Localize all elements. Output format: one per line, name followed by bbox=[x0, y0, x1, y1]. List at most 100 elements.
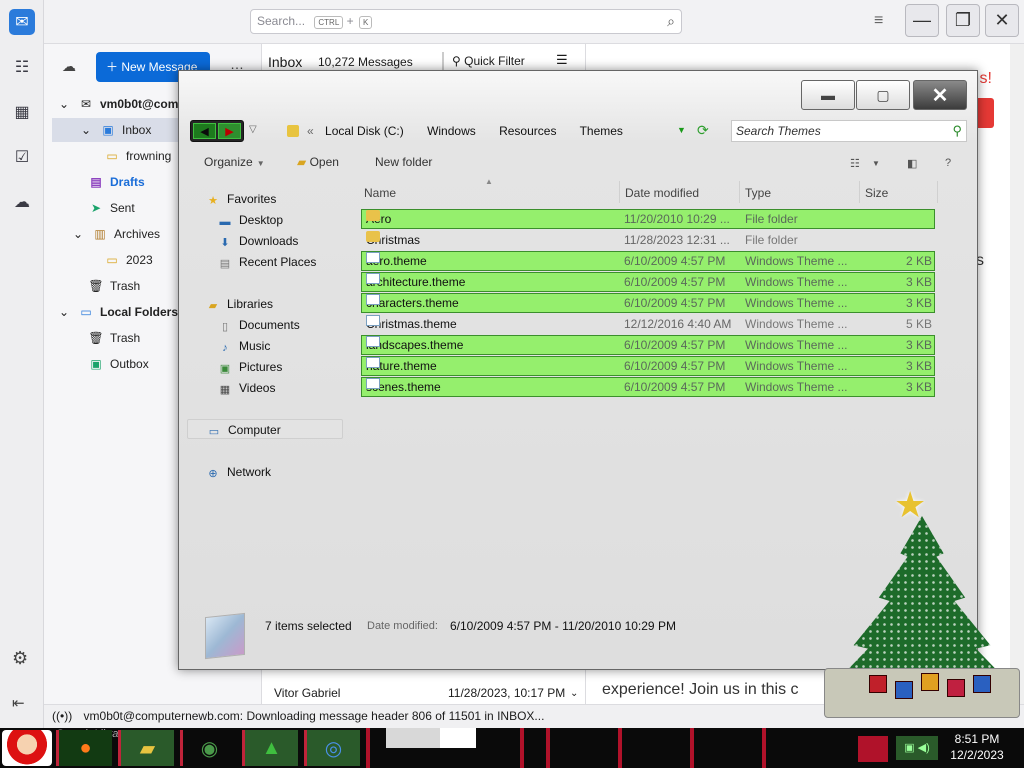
explorer-search-input[interactable]: Search Themes ⚲ bbox=[731, 120, 967, 142]
breadcrumb-item[interactable]: Windows bbox=[427, 124, 476, 138]
file-row[interactable]: aero.theme 6/10/2009 4:57 PM Windows Theme… bbox=[361, 251, 935, 271]
get-messages-icon[interactable]: ☁ bbox=[62, 58, 76, 75]
collapse-spaces-icon[interactable]: ⇤ bbox=[12, 694, 25, 712]
global-search-input[interactable]: Search... CTRL + K ⌕ bbox=[250, 9, 682, 34]
app-menu-icon[interactable]: ≡ bbox=[874, 12, 883, 30]
chat-icon[interactable]: ☁ bbox=[9, 189, 35, 215]
file-name: characters.theme bbox=[366, 294, 616, 312]
folder-label: frowning bbox=[126, 149, 172, 163]
calendar-icon[interactable]: ▦ bbox=[9, 99, 35, 125]
list-options-icon[interactable]: ☰ bbox=[556, 52, 568, 68]
organize-button[interactable]: Organize ▼ bbox=[204, 155, 265, 169]
file-row[interactable]: architecture.theme 6/10/2009 4:57 PM Windo… bbox=[361, 272, 935, 292]
nav-libraries[interactable]: ▰ Libraries bbox=[205, 294, 377, 314]
taskbar-christmas-tree[interactable]: ▲ bbox=[242, 730, 298, 766]
file-size: 3 KB bbox=[905, 359, 932, 373]
address-book-icon[interactable]: ☷ bbox=[9, 54, 35, 80]
open-button[interactable]: ▰ Open bbox=[297, 155, 339, 169]
mail-space-icon[interactable]: ✉ bbox=[9, 9, 35, 35]
trash-icon: 🗑 bbox=[88, 279, 104, 293]
theme-file-icon bbox=[366, 315, 380, 326]
column-divider[interactable] bbox=[739, 181, 740, 203]
file-row[interactable]: Christmas 11/28/2023 12:31 ... File folder bbox=[361, 230, 935, 250]
column-divider[interactable] bbox=[619, 181, 620, 203]
date-modified-label: Date modified: bbox=[367, 620, 438, 632]
close-button[interactable]: ✕ bbox=[985, 4, 1019, 37]
list-item[interactable]: Vitor Gabriel 11/28/2023, 10:17 PM ⌄ bbox=[262, 682, 586, 704]
network-tray-icon: ▣ bbox=[904, 742, 915, 754]
taskbar-blank-button[interactable] bbox=[386, 728, 440, 748]
preview-pane-icon[interactable]: ◧ bbox=[907, 157, 917, 170]
taskbar-clock[interactable]: 8:51 PM 12/2/2023 bbox=[942, 731, 1012, 763]
kbd-k: K bbox=[358, 16, 373, 29]
start-button-santa-icon[interactable] bbox=[2, 730, 52, 766]
file-row[interactable]: Aero 11/20/2010 10:29 ... File folder bbox=[361, 209, 935, 229]
theme-file-icon bbox=[366, 357, 380, 368]
file-row[interactable]: nature.theme 6/10/2009 4:57 PM Windows The… bbox=[361, 356, 935, 376]
file-type: Windows Theme ... bbox=[745, 275, 848, 289]
open-folder-icon: ▰ bbox=[297, 155, 307, 169]
taskbar-blank-button[interactable] bbox=[440, 728, 476, 748]
view-dropdown-icon[interactable]: ▼ bbox=[872, 159, 880, 168]
restore-button[interactable]: ❐ bbox=[946, 4, 980, 37]
file-size: 3 KB bbox=[905, 296, 932, 310]
message-date: 11/28/2023, 10:17 PM bbox=[448, 686, 566, 700]
file-name: Christmas.theme bbox=[366, 315, 616, 333]
column-header-type[interactable]: Type bbox=[745, 185, 771, 201]
file-date: 6/10/2009 4:57 PM bbox=[624, 380, 726, 394]
file-size: 5 KB bbox=[905, 317, 932, 331]
list-title: Inbox bbox=[268, 54, 303, 70]
help-icon[interactable]: ? bbox=[945, 157, 951, 169]
selection-count: 7 items selected bbox=[265, 619, 352, 633]
recent-pages-dropdown[interactable]: ▽ bbox=[249, 124, 257, 135]
quick-filter-button[interactable]: ⚲ Quick Filter bbox=[442, 52, 525, 70]
column-divider[interactable] bbox=[859, 181, 860, 203]
scroll-down-icon[interactable]: ⌄ bbox=[570, 683, 578, 705]
new-folder-button[interactable]: New folder bbox=[375, 155, 432, 169]
taskbar-thunderbird[interactable]: ◎ bbox=[304, 730, 360, 766]
breadcrumb-item[interactable]: Resources bbox=[499, 124, 556, 138]
file-row[interactable]: Christmas.theme 12/12/2016 4:40 AM Windows… bbox=[361, 314, 935, 334]
file-row[interactable]: landscapes.theme 6/10/2009 4:57 PM Windows… bbox=[361, 335, 935, 355]
file-row[interactable]: characters.theme 6/10/2009 4:57 PM Windows… bbox=[361, 293, 935, 313]
nav-network[interactable]: ⊕ Network bbox=[205, 462, 377, 482]
settings-gear-icon[interactable]: ⚙ bbox=[12, 648, 28, 669]
nav-computer[interactable]: ▭ Computer bbox=[187, 419, 343, 439]
back-button[interactable]: ◀ bbox=[193, 123, 216, 139]
column-divider[interactable] bbox=[937, 181, 938, 203]
minimize-button[interactable]: — bbox=[905, 4, 939, 37]
address-bar[interactable]: « Local Disk (C:) Windows Resources Them… bbox=[287, 119, 717, 143]
taskbar-chrome[interactable]: ◉ bbox=[180, 730, 236, 766]
christmas-tree-gadget[interactable]: ★ bbox=[822, 484, 1022, 720]
taskbar-firefox[interactable]: ● bbox=[56, 730, 112, 766]
tasks-icon[interactable]: ☑ bbox=[9, 144, 35, 170]
taskbar-explorer[interactable]: ▰ bbox=[118, 730, 174, 766]
nav-favorites[interactable]: ★ Favorites bbox=[205, 189, 377, 209]
change-view-icon[interactable]: ☷ bbox=[850, 157, 860, 170]
breadcrumb-item[interactable]: Themes bbox=[580, 124, 623, 138]
refresh-icon[interactable]: ⟳ bbox=[697, 122, 709, 139]
activity-icon: ((•)) bbox=[52, 709, 73, 723]
breadcrumb-item[interactable]: Local Disk (C:) bbox=[325, 124, 404, 138]
column-header-name[interactable]: Name bbox=[364, 185, 396, 201]
explorer-close-button[interactable]: ✕ bbox=[913, 80, 967, 110]
address-dropdown-icon[interactable]: ▼ bbox=[677, 125, 686, 135]
search-placeholder: Search Themes bbox=[736, 124, 821, 138]
gift-icon bbox=[947, 679, 965, 697]
explorer-minimize-button[interactable]: ▬ bbox=[801, 80, 855, 110]
volume-icon: ◀) bbox=[917, 742, 930, 754]
forward-button[interactable]: ▶ bbox=[218, 123, 241, 139]
new-folder-label: New folder bbox=[375, 155, 433, 169]
taskbar-divider bbox=[520, 728, 524, 768]
account-icon: ✉ bbox=[80, 97, 92, 111]
chevron-down-icon: ⌄ bbox=[80, 123, 92, 137]
column-header-date[interactable]: Date modified bbox=[625, 185, 699, 201]
search-icon: ⌕ bbox=[667, 13, 675, 29]
file-row[interactable]: scenes.theme 6/10/2009 4:57 PM Windows The… bbox=[361, 377, 935, 397]
explorer-maximize-button[interactable]: ▢ bbox=[856, 80, 910, 110]
folder-label: Local Folders bbox=[100, 305, 179, 319]
column-header-size[interactable]: Size bbox=[865, 185, 888, 201]
show-hidden-icons-button[interactable] bbox=[858, 736, 888, 762]
system-tray[interactable]: ▣ ◀) bbox=[896, 736, 938, 760]
chevron-down-icon: ⌄ bbox=[72, 227, 84, 241]
